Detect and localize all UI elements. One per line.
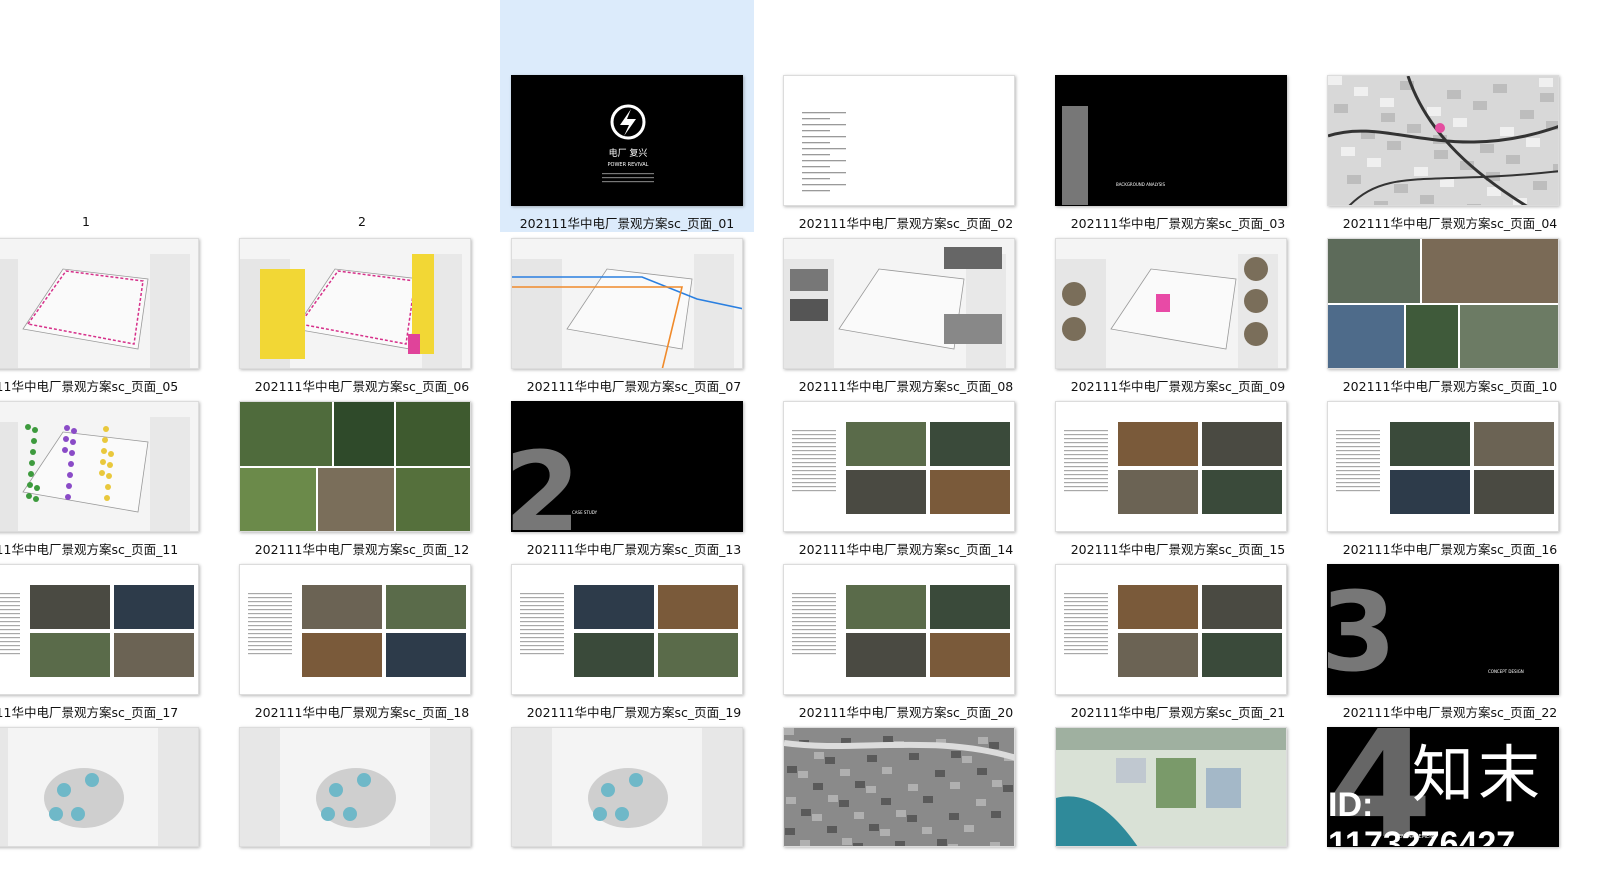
page-thumbnail — [239, 727, 471, 847]
page-preview-graphic — [512, 728, 742, 846]
section-label: ENLARGEMENT — [1398, 834, 1436, 840]
watermark-id: ID: 1173276427 — [1328, 786, 1516, 847]
file-name: 202111华中电厂景观方案sc_页面_06 — [254, 379, 470, 394]
page-thumbnail — [783, 238, 1015, 369]
cover-text: 电厂 复兴 — [609, 147, 648, 159]
page-preview-graphic — [248, 585, 466, 677]
page-preview-graphic: 2CASE STUDY — [512, 402, 742, 532]
page-thumbnail: BACKGROUND ANALYSIS — [1055, 75, 1287, 206]
page-preview-graphic — [802, 112, 846, 192]
page-preview-graphic — [240, 239, 470, 368]
page-thumbnail — [783, 727, 1015, 847]
file-name: 202111华中电厂景观方案sc_页面_14 — [798, 542, 1014, 557]
file-name: 202111华中电厂景观方案sc_页面_18 — [254, 705, 470, 720]
page-preview-graphic — [784, 239, 1014, 368]
page-thumbnail — [783, 75, 1015, 206]
page-thumbnail — [1055, 238, 1287, 369]
section-number: 2 — [512, 428, 581, 532]
page-thumbnail: 3 CONCEPT DESIGN — [1327, 564, 1559, 695]
file-name: 202111华中电厂景观方案sc_页面_08 — [798, 379, 1014, 394]
page-thumbnail — [239, 238, 471, 369]
page-preview-graphic — [1336, 422, 1554, 514]
page-preview-graphic — [512, 239, 742, 368]
page-thumbnail — [783, 564, 1015, 695]
file-name: 202111华中电厂景观方案sc_页面_19 — [526, 705, 742, 720]
file-name: 202111华中电厂景观方案sc_页面_12 — [254, 542, 470, 557]
page-preview-graphic — [792, 585, 1010, 677]
file-name: 202111华中电厂景观方案sc_页面_13 — [526, 542, 742, 557]
file-name: 202111华中电厂景观方案sc_页面_21 — [1070, 705, 1286, 720]
file-name: 202111华中电厂景观方案sc_页面_16 — [1342, 542, 1558, 557]
section-number: 3 — [1328, 568, 1397, 695]
page-thumbnail — [0, 564, 199, 695]
page-preview-graphic — [0, 402, 198, 531]
page-thumbnail: 4 知末 ID: 1173276427 ENLARGEMENT — [1327, 727, 1559, 847]
page-preview-graphic — [1056, 239, 1286, 368]
page-preview-graphic — [240, 402, 470, 531]
file-name: 202111华中电厂景观方案sc_页面_20 — [798, 705, 1014, 720]
page-thumbnail — [0, 238, 199, 369]
file-name: 202111华中电厂景观方案sc_页面_07 — [526, 379, 742, 394]
page-thumbnail: 2CASE STUDY — [511, 401, 743, 532]
page-thumbnail — [511, 238, 743, 369]
file-name: 202111华中电厂景观方案sc_页面_17 — [0, 705, 179, 720]
file-name: 2 — [358, 214, 366, 229]
page-thumbnail: 电厂 复兴 POWER REVIVAL — [511, 75, 743, 206]
page-preview-graphic — [240, 728, 470, 846]
page-preview-graphic — [1328, 239, 1558, 368]
file-name: 202111华中电厂景观方案sc_页面_15 — [1070, 542, 1286, 557]
file-name: 1 — [82, 214, 90, 229]
file-name: 202111华中电厂景观方案sc_页面_02 — [798, 216, 1014, 231]
page-thumbnail — [0, 401, 199, 532]
page-thumbnail — [1055, 564, 1287, 695]
page-preview-graphic: BACKGROUND ANALYSIS — [1056, 76, 1286, 205]
page-thumbnail — [1327, 401, 1559, 532]
page-preview-graphic — [784, 728, 1014, 846]
file-name: 202111华中电厂景观方案sc_页面_10 — [1342, 379, 1558, 394]
file-name: 202111华中电厂景观方案sc_页面_22 — [1342, 705, 1558, 720]
page-thumbnail — [239, 401, 471, 532]
section-label: CONCEPT DESIGN — [1488, 669, 1524, 674]
page-thumbnail — [239, 564, 471, 695]
page-preview-graphic — [0, 728, 198, 846]
section-label: CASE STUDY — [572, 510, 598, 515]
page-preview-graphic: 3 CONCEPT DESIGN — [1328, 565, 1558, 695]
page-preview-graphic — [1328, 76, 1558, 205]
page-preview-graphic — [1064, 585, 1282, 677]
page-thumbnail — [1327, 238, 1559, 369]
page-preview-graphic — [520, 585, 738, 677]
file-name: 202111华中电厂景观方案sc_页面_09 — [1070, 379, 1286, 394]
page-thumbnail — [783, 401, 1015, 532]
file-name: 202111华中电厂景观方案sc_页面_01 — [519, 216, 735, 231]
section-label: BACKGROUND ANALYSIS — [1116, 182, 1165, 187]
file-item[interactable]: 电厂 复兴 POWER REVIVAL 202111华中电厂景观方案sc_页面_01 — [500, 0, 754, 232]
page-preview-graphic — [1064, 422, 1282, 514]
page-thumbnail — [1055, 727, 1287, 847]
file-name: 202111华中电厂景观方案sc_页面_05 — [0, 379, 179, 394]
page-thumbnail — [511, 564, 743, 695]
page-preview-graphic — [0, 239, 198, 368]
page-thumbnail — [511, 727, 743, 847]
page-preview-graphic — [0, 585, 194, 677]
page-preview-graphic — [792, 422, 1010, 514]
page-preview-graphic: 电厂 复兴 POWER REVIVAL — [512, 76, 742, 205]
page-thumbnail — [1327, 75, 1559, 206]
page-thumbnail — [0, 727, 199, 847]
file-name: 202111华中电厂景观方案sc_页面_11 — [0, 542, 179, 557]
cover-text: POWER REVIVAL — [608, 162, 649, 168]
page-preview-graphic — [1056, 728, 1286, 846]
file-name: 202111华中电厂景观方案sc_页面_03 — [1070, 216, 1286, 231]
page-thumbnail — [1055, 401, 1287, 532]
file-name: 202111华中电厂景观方案sc_页面_04 — [1342, 216, 1558, 231]
